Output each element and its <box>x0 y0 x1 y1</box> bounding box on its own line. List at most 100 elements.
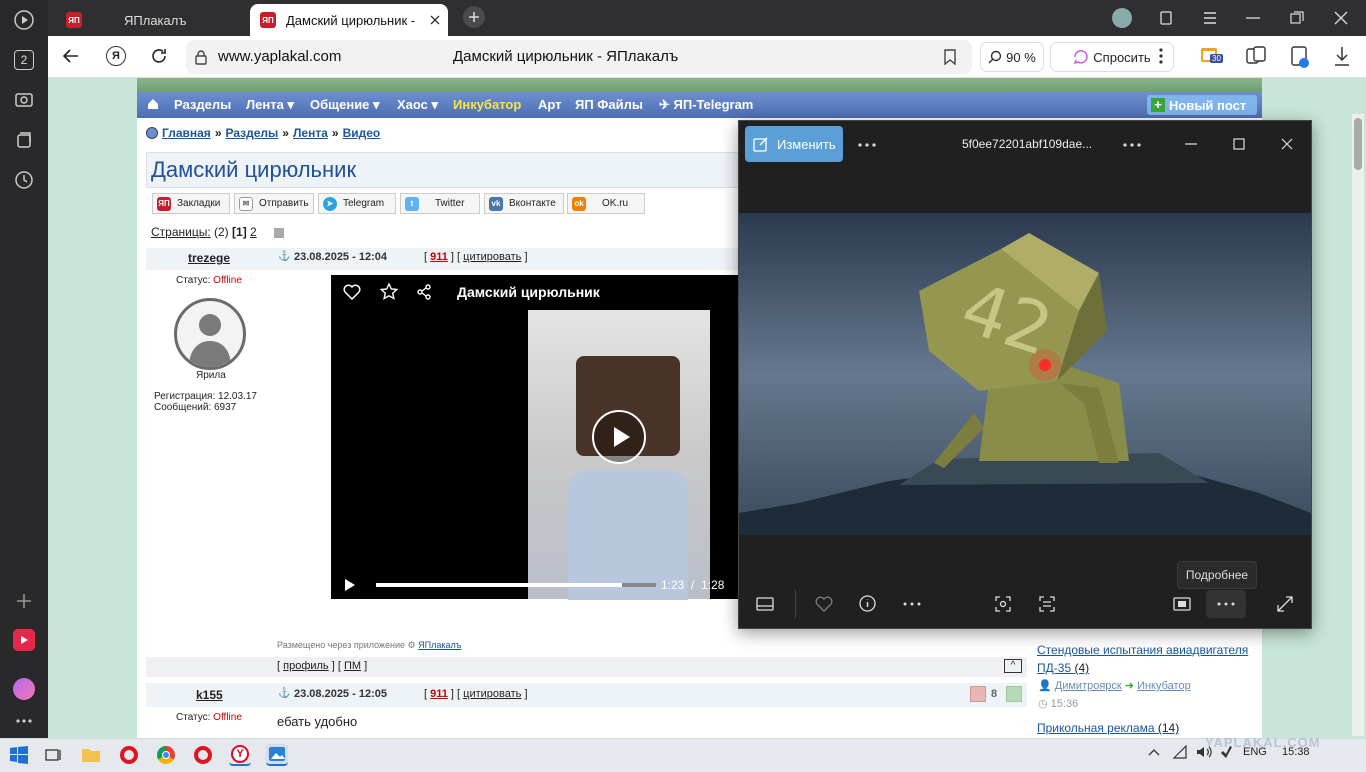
post2-rating[interactable]: 911 <box>430 688 448 700</box>
tab-active[interactable]: ЯП Дамский цирюльник - <box>250 4 448 36</box>
share-video-icon[interactable] <box>416 284 432 300</box>
chrome-button[interactable] <box>155 744 177 766</box>
task-view-button[interactable] <box>43 744 65 766</box>
restore-icon[interactable] <box>1290 11 1304 25</box>
fullscreen-icon[interactable] <box>1277 596 1293 612</box>
share-send-button[interactable]: ✉ Отправить <box>234 193 314 214</box>
explorer-button[interactable] <box>80 744 102 766</box>
tray-chevron-up-icon[interactable] <box>1148 748 1160 756</box>
crumb-video[interactable]: Видео <box>343 126 381 140</box>
yandex-browser-button[interactable]: Y <box>229 744 251 766</box>
yandex-logo-icon[interactable]: Я <box>106 46 126 66</box>
share-twitter-button[interactable]: t Twitter <box>400 193 480 214</box>
wifi-icon[interactable] <box>1172 745 1188 759</box>
visual-search-icon[interactable] <box>995 596 1011 612</box>
info-icon[interactable] <box>859 595 876 612</box>
address-bar[interactable]: www.yaplakal.com Дамский цирюльник - ЯПл… <box>186 40 972 74</box>
add-panel-icon[interactable] <box>13 590 35 612</box>
more-options-icon[interactable] <box>858 143 876 147</box>
more-icon[interactable] <box>13 710 35 732</box>
bookmark-icon[interactable] <box>943 49 957 65</box>
close-window-icon[interactable] <box>1334 11 1348 25</box>
opera-button[interactable] <box>118 744 140 766</box>
menu-incubator[interactable]: Инкубатор <box>453 97 521 112</box>
avatar[interactable] <box>174 298 246 370</box>
tab-yaplakal[interactable]: ЯП ЯПлакалъ <box>56 4 246 36</box>
menu-art[interactable]: Арт <box>538 97 562 112</box>
crumb-sections[interactable]: Разделы <box>226 126 279 140</box>
video-app-icon[interactable] <box>13 629 35 651</box>
more-details-button[interactable] <box>1206 590 1246 618</box>
like-icon[interactable] <box>1006 686 1022 702</box>
more-options-icon[interactable] <box>1159 48 1163 64</box>
menu-files[interactable]: ЯП Файлы <box>575 97 643 112</box>
download-icon[interactable] <box>1334 46 1350 66</box>
photos-button[interactable] <box>266 744 288 766</box>
sidebar-link-engine[interactable]: Стендовые испытания авиадвигателя ПД-35 … <box>1037 641 1257 677</box>
pm-link[interactable]: ПМ <box>344 660 361 672</box>
fit-screen-icon[interactable] <box>1173 597 1191 611</box>
back-icon[interactable] <box>62 47 80 65</box>
scroll-top-button[interactable]: ^ <box>1004 659 1022 673</box>
minimize-icon[interactable] <box>1246 17 1260 19</box>
share-bookmarks-button[interactable]: ЯП Закладки <box>152 193 230 214</box>
more-options-icon[interactable] <box>903 602 921 606</box>
anchor-icon[interactable]: ⚓ <box>278 251 290 262</box>
share-vk-button[interactable]: vk Вконтакте <box>484 193 564 214</box>
opera-gx-button[interactable] <box>192 744 214 766</box>
profile-avatar[interactable] <box>1112 8 1132 28</box>
dislike-icon[interactable] <box>970 686 986 702</box>
menu-chaos[interactable]: Хаос ▾ <box>397 97 438 113</box>
extension-button[interactable]: 30 <box>1200 45 1224 67</box>
filmstrip-icon[interactable] <box>756 597 774 611</box>
protect-icon[interactable] <box>1290 46 1310 68</box>
collections-icon[interactable] <box>13 129 35 151</box>
text-scan-icon[interactable] <box>1039 596 1055 612</box>
maximize-icon[interactable] <box>1233 138 1245 150</box>
zoom-button[interactable]: 90 % <box>980 42 1044 72</box>
translate-icon[interactable] <box>1246 46 1266 66</box>
close-tab-icon[interactable] <box>430 15 440 25</box>
alice-play-icon[interactable] <box>13 9 35 31</box>
video-play-button[interactable] <box>592 410 646 464</box>
lock-icon[interactable] <box>194 49 208 65</box>
favorite-video-icon[interactable] <box>380 283 398 301</box>
sidebar-link-ads[interactable]: Прикольная реклама (14) <box>1037 721 1179 735</box>
crumb-feed[interactable]: Лента <box>293 126 328 140</box>
crumb-home[interactable]: Главная <box>162 126 211 140</box>
new-tab-button[interactable] <box>463 6 485 28</box>
quote-link[interactable]: цитировать <box>463 688 521 700</box>
play-small-icon[interactable] <box>344 578 356 592</box>
history-icon[interactable] <box>13 169 35 191</box>
share-ok-button[interactable]: ok OK.ru <box>567 193 645 214</box>
alice-icon[interactable] <box>13 678 35 700</box>
page-scrollbar[interactable] <box>1352 114 1364 736</box>
bookmarks-panel-icon[interactable] <box>1158 10 1174 26</box>
favorite-icon[interactable] <box>815 596 833 612</box>
edit-button[interactable]: Изменить <box>745 126 843 162</box>
post-rating[interactable]: 911 <box>430 251 448 263</box>
start-button[interactable] <box>8 744 30 766</box>
scrollbar-thumb[interactable] <box>1354 118 1362 170</box>
page-2-link[interactable]: 2 <box>250 225 257 239</box>
reload-icon[interactable] <box>150 47 168 65</box>
print-icon[interactable] <box>274 227 285 238</box>
home-icon[interactable] <box>147 98 159 110</box>
menu-feed[interactable]: Лента ▾ <box>246 97 294 113</box>
post-author[interactable]: trezege <box>188 251 230 265</box>
like-video-icon[interactable] <box>343 284 361 300</box>
tab-count-badge[interactable]: 2 <box>13 49 35 71</box>
close-icon[interactable] <box>1281 138 1293 150</box>
more-options-icon[interactable] <box>1123 143 1141 147</box>
quote-link[interactable]: цитировать <box>463 251 521 263</box>
menu-telegram[interactable]: ✈ ЯП-Telegram <box>659 97 753 113</box>
video-progress[interactable] <box>376 583 656 587</box>
menu-sections[interactable]: Разделы <box>174 97 231 112</box>
menu-icon[interactable] <box>1202 11 1218 25</box>
ask-button[interactable]: Спросить <box>1050 42 1174 72</box>
menu-social[interactable]: Общение ▾ <box>310 97 380 113</box>
share-telegram-button[interactable]: ➤ Telegram <box>318 193 396 214</box>
profile-link[interactable]: профиль <box>283 660 329 672</box>
anchor-icon[interactable]: ⚓ <box>278 688 290 699</box>
post2-author[interactable]: k155 <box>196 688 223 702</box>
